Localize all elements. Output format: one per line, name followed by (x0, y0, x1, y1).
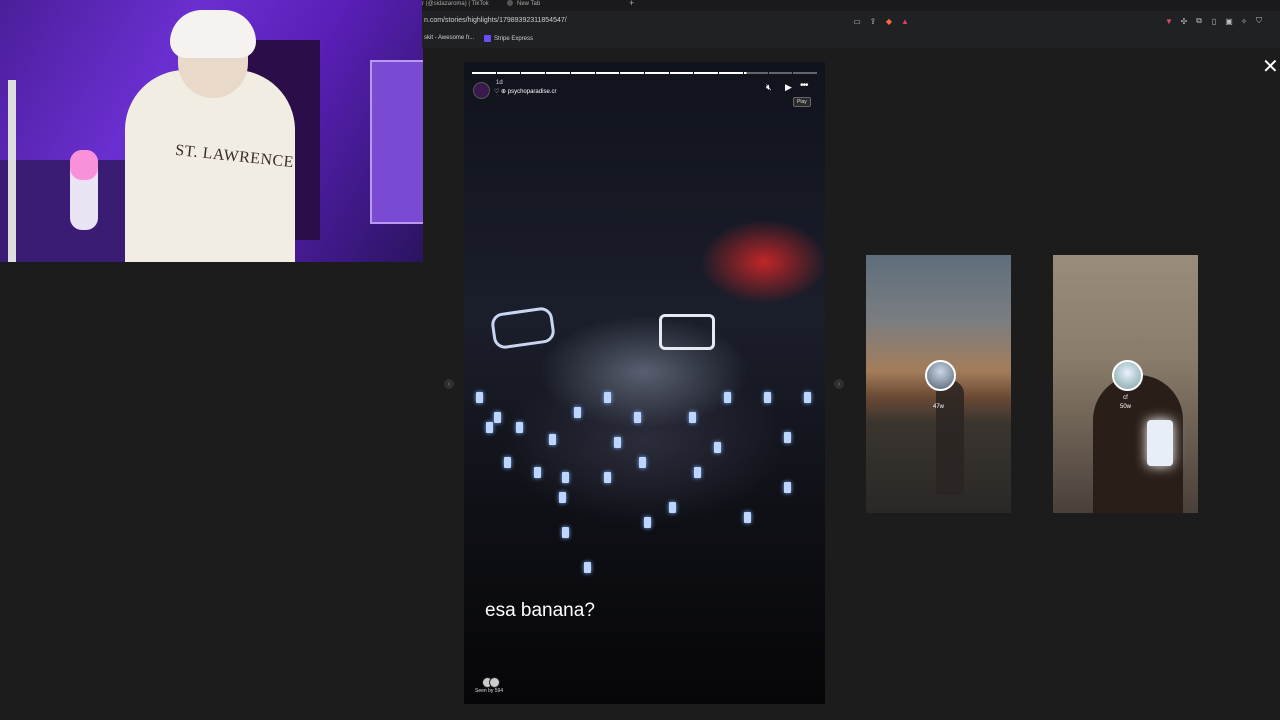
crowd-phone-light (584, 562, 591, 573)
story-avatar[interactable] (473, 82, 490, 99)
progress-segment (496, 72, 521, 74)
tab-title: New Tab (517, 1, 541, 7)
story-timestamp: 1d (496, 80, 503, 86)
crowd-phone-light (694, 467, 701, 478)
preview-figure (936, 380, 964, 495)
crowd-phone-light (504, 457, 511, 468)
crowd-phone-light (784, 432, 791, 443)
crowd-phone-light (476, 392, 483, 403)
close-icon[interactable]: ✕ (1262, 57, 1279, 77)
bookmarks-bar: skit - Awesome fr... Stripe Express (422, 33, 1280, 47)
address-bar[interactable]: n.com/stories/highlights/179893923118545… (422, 12, 1280, 32)
crowd-phone-light (724, 392, 731, 403)
webcam-mic-stand (8, 80, 16, 262)
crowd-phone-light (614, 437, 621, 448)
puzzle-icon[interactable]: ✣ (1179, 16, 1189, 26)
crowd-phone-light (549, 434, 556, 445)
crowd-phone-light (639, 457, 646, 468)
crowd-phone-light (644, 517, 651, 528)
crowd-phone-light (714, 442, 721, 453)
progress-segment (743, 72, 768, 74)
bookmark-stripe-express[interactable]: Stripe Express (484, 35, 533, 42)
story-preview-2[interactable]: cf 50w (1053, 255, 1198, 513)
tab-title: r (@sidazaroma) | TikTok (422, 1, 489, 7)
story-preview-1[interactable]: 47w (866, 255, 1011, 513)
webcam-streamer-hair (170, 10, 256, 58)
progress-segment (521, 72, 546, 74)
wallet-icon[interactable]: ▣ (1224, 16, 1234, 26)
progress-segment (669, 72, 694, 74)
share-icon[interactable]: ⇪ (868, 16, 878, 26)
crowd-phone-light (486, 422, 493, 433)
tab-strip: r (@sidazaroma) | TikTok New Tab + (422, 0, 1280, 11)
crowd-phone-light (764, 392, 771, 403)
story-progress-bar (472, 72, 818, 74)
bookmark-awesome[interactable]: skit - Awesome fr... (424, 35, 474, 41)
crowd-phone-light (574, 407, 581, 418)
preview-avatar (925, 360, 956, 391)
preview-time: 50w (1119, 404, 1131, 410)
webcam-door-frame (370, 60, 423, 224)
new-tab-button[interactable]: + (629, 0, 634, 8)
progress-segment (570, 72, 595, 74)
webcam-microphone-glow (70, 150, 98, 180)
crowd-phone-light (784, 482, 791, 493)
crowd-phone-light (604, 472, 611, 483)
progress-segment (768, 72, 793, 74)
seen-by-count[interactable]: Seen by 594 (475, 688, 503, 694)
tab-icon (507, 0, 513, 7)
progress-segment (694, 72, 719, 74)
crowd-phone-light (669, 502, 676, 513)
play-tooltip: Play (793, 97, 811, 107)
brave-shield-icon[interactable]: ◆ (884, 16, 894, 26)
url-text[interactable]: n.com/stories/highlights/179893923118545… (424, 17, 567, 24)
progress-segment (620, 72, 645, 74)
extension-icons: ▼ ✣ ⧉ ▯ ▣ ✧ ⛉ (1164, 16, 1264, 26)
progress-segment (719, 72, 743, 74)
more-icon[interactable]: ••• (800, 80, 808, 91)
preview-phone-flash (1147, 420, 1173, 466)
story-caption: esa banana? (485, 600, 595, 621)
crowd-phone-light (604, 392, 611, 403)
vpn-icon[interactable]: ⛉ (1254, 16, 1264, 26)
story-viewer[interactable]: 1d ♡ ⊕ psychoparadise.cr 🔇︎ ▶ ••• Play e… (464, 62, 825, 704)
preview-username: cf (1123, 395, 1128, 401)
sidebar-icon[interactable]: ▯ (1209, 16, 1219, 26)
progress-segment (645, 72, 669, 74)
crowd-phone-light (744, 512, 751, 523)
address-bar-actions: ▭ ⇪ ◆ ▲ (852, 16, 910, 26)
tab-new-tab[interactable]: New Tab (507, 0, 540, 11)
stripe-icon (484, 35, 491, 42)
crowd-phone-light (562, 472, 569, 483)
progress-segment (472, 72, 496, 74)
crowd-phone-light (559, 492, 566, 503)
story-username[interactable]: ♡ ⊕ psychoparadise.cr (494, 88, 556, 95)
mute-icon[interactable]: 🔇︎ (766, 82, 772, 93)
crowd-phone-light (689, 412, 696, 423)
preview-time: 47w (932, 404, 944, 410)
tab-tiktok[interactable]: r (@sidazaroma) | TikTok (422, 0, 489, 11)
progress-segment (546, 72, 570, 74)
progress-segment (793, 72, 818, 74)
brave-rewards-icon[interactable]: ▲ (900, 16, 910, 26)
seen-by-avatars[interactable] (482, 677, 500, 688)
crowd-phone-light (534, 467, 541, 478)
chevron-right-icon[interactable]: › (834, 379, 844, 389)
crowd-phone-light (516, 422, 523, 433)
leo-icon[interactable]: ✧ (1239, 16, 1249, 26)
extension-icon[interactable]: ▼ (1164, 16, 1174, 26)
chevron-left-icon[interactable]: ‹ (444, 379, 454, 389)
crowd-phone-light (634, 412, 641, 423)
screenshot-icon[interactable]: ⧉ (1194, 16, 1204, 26)
browser-chrome: r (@sidazaroma) | TikTok New Tab + n.com… (422, 0, 1280, 48)
crowd-phone-light (562, 527, 569, 538)
play-icon[interactable]: ▶ (785, 82, 792, 93)
crowd-phone-light (804, 392, 811, 403)
progress-segment (595, 72, 620, 74)
crowd-phone-light (494, 412, 501, 423)
cast-icon[interactable]: ▭ (852, 16, 862, 26)
stage-logo-right (659, 314, 715, 350)
webcam-overlay: ST. LAWRENCE (0, 0, 423, 262)
preview-avatar (1112, 360, 1143, 391)
